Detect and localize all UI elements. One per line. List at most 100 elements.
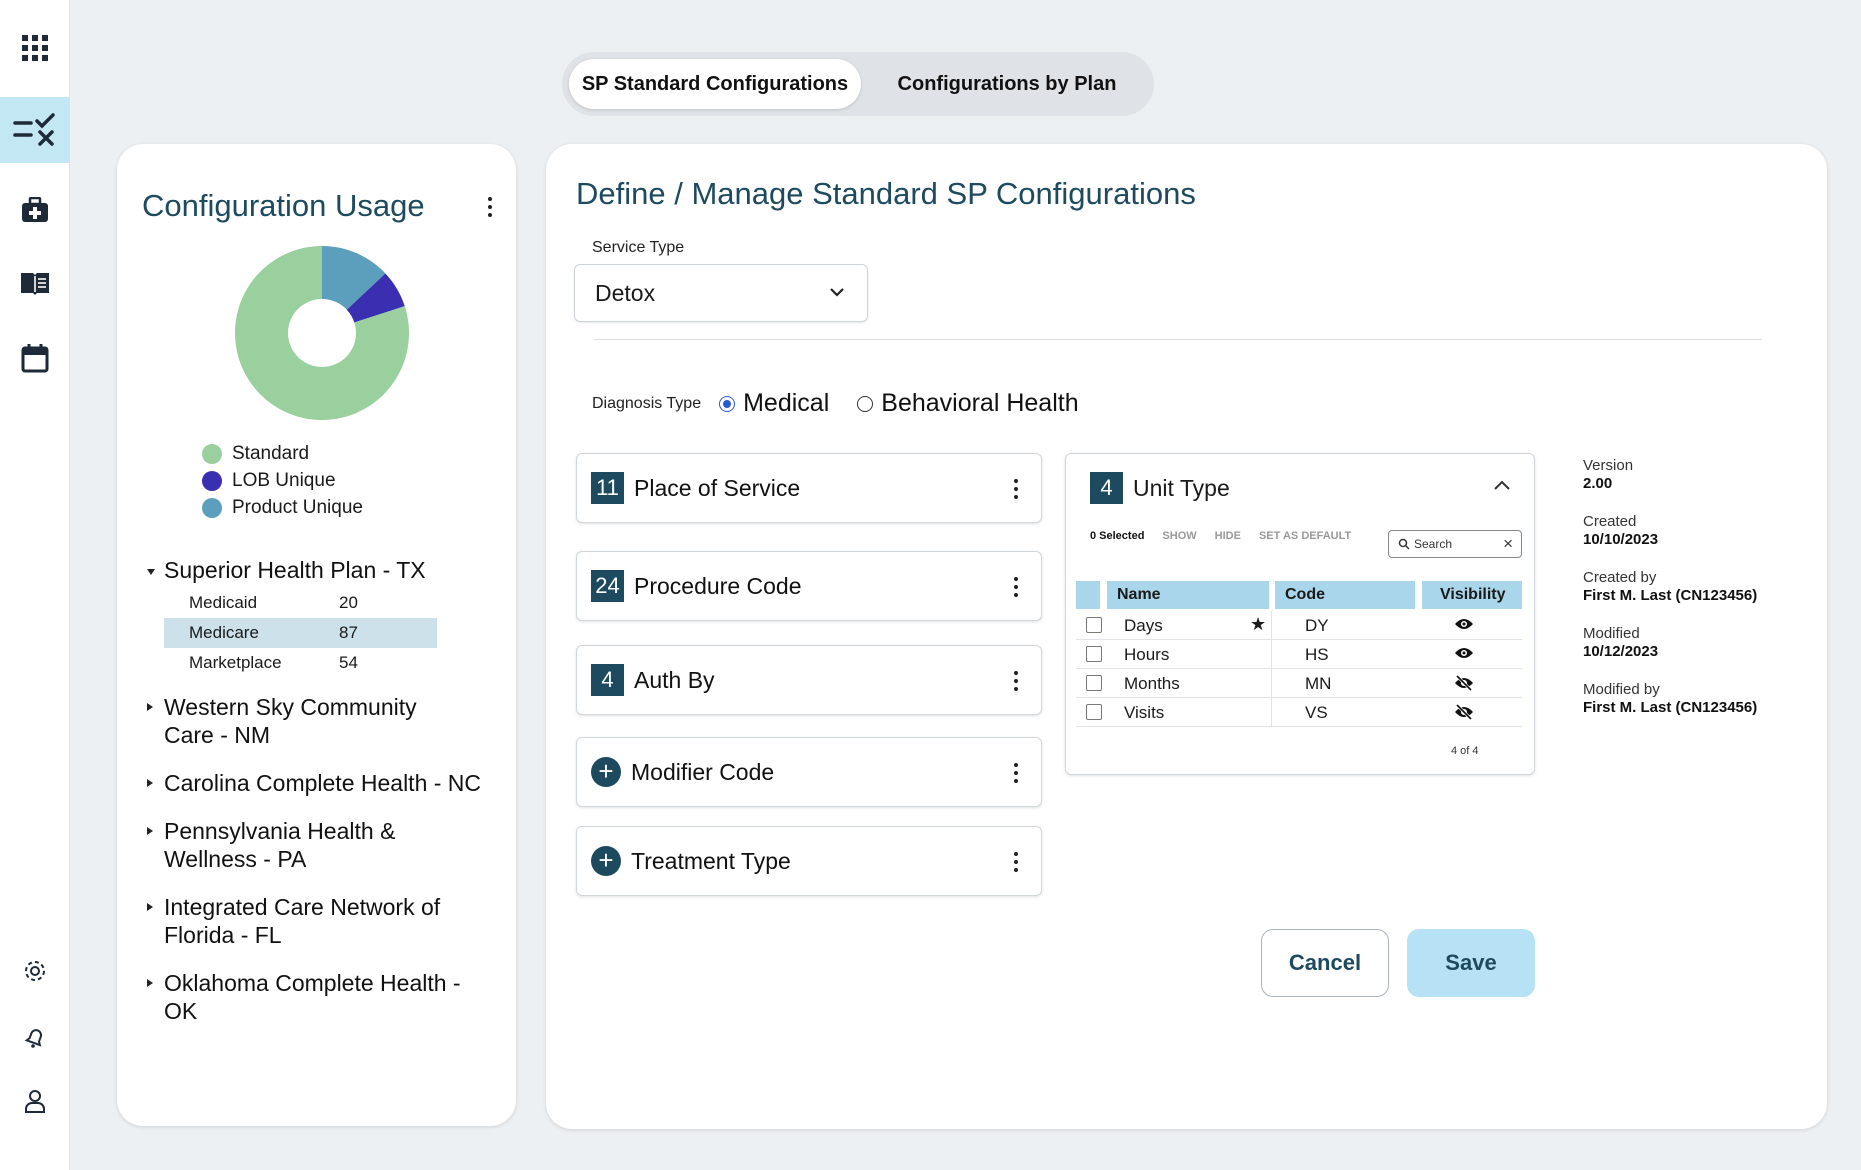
meta-value: 10/10/2023 <box>1583 531 1659 548</box>
config-label: Modifier Code <box>631 758 775 785</box>
lob-row-marketplace[interactable]: Marketplace 54 <box>164 648 437 678</box>
service-type-select[interactable]: Detox <box>574 264 868 322</box>
config-place-of-service[interactable]: 11 Place of Service <box>576 453 1042 523</box>
medical-kit-icon[interactable] <box>0 177 70 243</box>
caret-right-icon <box>147 703 153 711</box>
row-checkbox[interactable] <box>1086 675 1102 691</box>
usage-legend: Standard LOB Unique Product Unique <box>202 440 363 521</box>
row-code: VS <box>1305 703 1328 722</box>
lob-row-medicare[interactable]: Medicare 87 <box>164 618 437 648</box>
meta-value: First M. Last (CN123456) <box>1583 699 1758 716</box>
row-checkbox[interactable] <box>1086 646 1102 662</box>
apps-grid-icon[interactable] <box>0 15 70 81</box>
meta-created: Created 10/10/2023 <box>1583 513 1658 548</box>
plan-name-line1: Integrated Care Network of <box>164 894 441 920</box>
config-label: Treatment Type <box>631 847 791 874</box>
caret-right-icon <box>147 903 153 911</box>
table-row: Months MN <box>1076 669 1522 698</box>
column-header-visibility[interactable]: Visibility <box>1422 581 1522 609</box>
chevron-up-icon[interactable] <box>1493 479 1511 491</box>
plan-name-line2: Wellness - PA <box>164 846 307 872</box>
book-icon[interactable] <box>0 250 70 316</box>
row-checkbox[interactable] <box>1086 704 1102 720</box>
row-name: Visits <box>1124 703 1165 722</box>
plan-pennsylvania-health-wellness-pa[interactable]: Pennsylvania Health & Wellness - PA <box>145 817 495 873</box>
clear-search-icon[interactable]: × <box>1503 534 1513 554</box>
usage-more-menu-icon[interactable] <box>479 192 501 222</box>
settings-gear-icon[interactable] <box>0 938 70 1004</box>
lob-row-medicaid[interactable]: Medicaid 20 <box>164 588 437 618</box>
plan-superior-health-plan-tx[interactable]: Superior Health Plan - TX <box>145 556 495 584</box>
notification-bell-icon[interactable] <box>0 1005 70 1071</box>
config-count-badge: 4 <box>591 664 624 696</box>
chevron-down-icon <box>830 288 844 297</box>
plan-oklahoma-complete-health-ok[interactable]: Oklahoma Complete Health - OK <box>145 969 495 1025</box>
meta-key: Created by <box>1583 569 1657 586</box>
cancel-button[interactable]: Cancel <box>1261 929 1389 997</box>
visible-eye-icon[interactable] <box>1454 617 1474 631</box>
meta-value: 10/12/2023 <box>1583 643 1659 660</box>
config-treatment-type[interactable]: + Treatment Type <box>576 826 1042 896</box>
plan-name-line2: OK <box>164 998 198 1024</box>
visible-eye-icon[interactable] <box>1454 646 1474 660</box>
config-more-menu-icon[interactable] <box>1005 758 1027 788</box>
search-input[interactable]: Search × <box>1388 530 1522 558</box>
add-plus-icon[interactable]: + <box>591 757 621 787</box>
lob-name: Medicaid <box>189 593 258 612</box>
view-toggle: SP Standard Configurations Configuration… <box>562 52 1154 116</box>
config-more-menu-icon[interactable] <box>1005 572 1027 602</box>
legend-label: Standard <box>232 442 310 464</box>
calendar-icon[interactable] <box>0 325 70 391</box>
table-row: Hours HS <box>1076 640 1522 669</box>
config-more-menu-icon[interactable] <box>1005 474 1027 504</box>
diagnosis-type-label: Diagnosis Type <box>592 394 702 412</box>
column-separator <box>1271 611 1272 640</box>
column-separator <box>1271 698 1272 727</box>
legend-item-product-unique: Product Unique <box>202 494 363 521</box>
search-placeholder: Search <box>1414 537 1453 551</box>
column-header-code[interactable]: Code <box>1275 581 1415 609</box>
default-star-icon: ★ <box>1250 614 1267 634</box>
search-icon <box>1398 538 1410 550</box>
tab-configurations-by-plan[interactable]: Configurations by Plan <box>867 59 1147 109</box>
column-separator <box>1271 669 1272 698</box>
hidden-eye-off-icon[interactable] <box>1454 675 1474 691</box>
lob-name: Marketplace <box>189 653 282 672</box>
plan-integrated-care-network-fl[interactable]: Integrated Care Network of Florida - FL <box>145 893 495 949</box>
plan-carolina-complete-health-nc[interactable]: Carolina Complete Health - NC <box>145 769 495 797</box>
checklist-icon[interactable] <box>0 97 70 163</box>
meta-modified-by: Modified by First M. Last (CN123456) <box>1583 681 1757 716</box>
config-modifier-code[interactable]: + Modifier Code <box>576 737 1042 807</box>
column-header-name[interactable]: Name <box>1107 581 1269 609</box>
profile-user-icon[interactable] <box>0 1068 70 1134</box>
config-more-menu-icon[interactable] <box>1005 666 1027 696</box>
row-code: HS <box>1305 645 1329 664</box>
config-more-menu-icon[interactable] <box>1005 847 1027 877</box>
plan-name-line1: Western Sky Community <box>164 694 417 720</box>
radio-behavioral-health[interactable] <box>857 395 874 412</box>
save-button[interactable]: Save <box>1407 929 1535 997</box>
meta-key: Modified <box>1583 625 1640 642</box>
config-label: Place of Service <box>634 474 801 501</box>
add-plus-icon[interactable]: + <box>591 846 621 876</box>
set-as-default-action[interactable]: SET AS DEFAULT <box>1259 530 1351 542</box>
row-code: MN <box>1305 674 1332 693</box>
legend-item-standard: Standard <box>202 440 363 467</box>
config-procedure-code[interactable]: 24 Procedure Code <box>576 551 1042 621</box>
row-name: Hours <box>1124 645 1170 664</box>
hidden-eye-off-icon[interactable] <box>1454 704 1474 720</box>
legend-swatch <box>202 443 222 464</box>
caret-down-icon <box>147 569 155 575</box>
config-auth-by[interactable]: 4 Auth By <box>576 645 1042 715</box>
radio-medical[interactable] <box>719 395 736 412</box>
hide-action[interactable]: HIDE <box>1215 530 1241 542</box>
lob-count: 54 <box>339 653 358 672</box>
plan-western-sky-community-care-nm[interactable]: Western Sky Community Care - NM <box>145 693 495 749</box>
tab-sp-standard-configurations[interactable]: SP Standard Configurations <box>569 59 861 109</box>
usage-title: Configuration Usage <box>142 188 425 223</box>
row-checkbox[interactable] <box>1086 617 1102 633</box>
config-count-badge: 24 <box>591 570 624 602</box>
show-action[interactable]: SHOW <box>1162 530 1196 542</box>
meta-key: Created <box>1583 513 1637 530</box>
row-name: Days <box>1124 616 1163 635</box>
